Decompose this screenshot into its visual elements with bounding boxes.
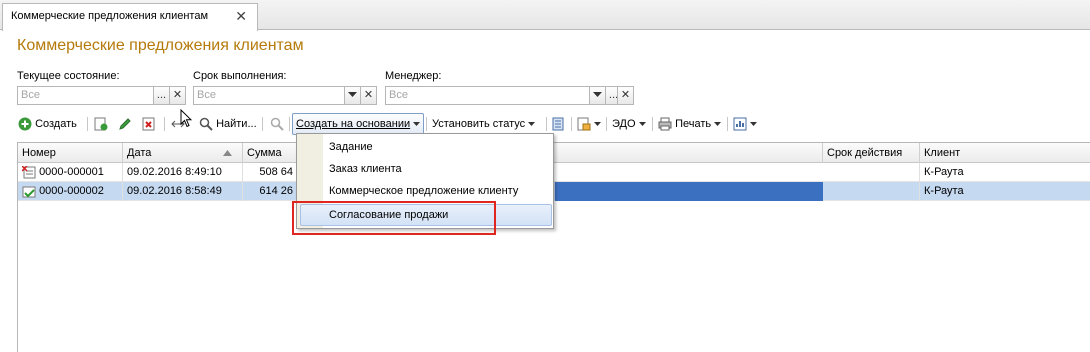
selected-cell [555, 182, 823, 201]
row-number: 0000-000001 [39, 166, 104, 178]
copy-icon [94, 117, 108, 131]
separator [606, 117, 607, 131]
manager-placeholder: Все [389, 89, 408, 101]
table-header: Номер Дата Сумма Срок действия Клиент [18, 143, 1090, 163]
separator [164, 117, 165, 131]
state-clear-button[interactable]: ✕ [169, 86, 186, 105]
separator [87, 117, 88, 131]
cell-date: 09.02.2016 8:58:49 [123, 182, 243, 201]
close-icon[interactable]: ✕ [235, 8, 247, 25]
cell-sum: 614 26 [243, 182, 298, 201]
column-number[interactable]: Номер [18, 143, 123, 163]
state-placeholder: Все [21, 89, 40, 101]
find-label: Найти... [216, 118, 257, 130]
search-off-icon [270, 117, 284, 131]
add-icon [18, 117, 32, 131]
copy-button[interactable] [94, 113, 108, 135]
table-row[interactable]: 0000-000002 09.02.2016 8:58:49 614 26 К-… [18, 182, 1090, 201]
edit-button[interactable] [118, 113, 132, 135]
manager-label: Менеджер: [385, 70, 442, 82]
deadline-field[interactable]: Все [193, 86, 345, 105]
deleted-document-icon [21, 165, 36, 179]
chevron-down-icon [750, 121, 758, 126]
create-based-on-button[interactable]: Создать на основании [292, 113, 425, 135]
set-status-label: Установить статус [432, 118, 526, 130]
cell-client: К-Раута [924, 185, 964, 197]
chevron-down-icon [638, 121, 646, 126]
document-icon [577, 117, 591, 131]
cell-number: 0000-000002 [18, 182, 123, 201]
separator [289, 117, 290, 131]
separator [727, 117, 728, 131]
deadline-label: Срок выполнения: [193, 70, 287, 82]
tab-commercial-offers[interactable]: Коммерческие предложения клиентам ✕ [2, 3, 258, 31]
menu-item-task[interactable]: Задание [324, 136, 553, 158]
chevron-down-icon [593, 92, 602, 97]
separator [426, 117, 427, 131]
page-title: Коммерческие предложения клиентам [17, 37, 304, 54]
chevron-down-icon [594, 121, 602, 126]
search-icon [199, 117, 213, 131]
deadline-placeholder: Все [197, 89, 216, 101]
set-status-button[interactable]: Установить статус [432, 113, 536, 135]
delete-icon [142, 117, 155, 131]
chevron-down-icon [528, 121, 536, 126]
cell-valid-until [823, 163, 920, 182]
find-button[interactable]: Найти... [199, 113, 257, 135]
list-icon [552, 117, 564, 131]
print-label: Печать [675, 118, 712, 130]
highlight-box [292, 201, 496, 235]
printer-icon [658, 117, 672, 131]
chevron-down-icon [413, 121, 421, 126]
separator [652, 117, 653, 131]
tab-bar: Коммерческие предложения клиентам ✕ [0, 0, 1090, 31]
state-select-button[interactable]: ... [153, 86, 170, 105]
create-based-on-label: Создать на основании [296, 118, 411, 130]
menu-item-commercial-offer[interactable]: Коммерческое предложение клиенту [324, 180, 553, 202]
manager-clear-button[interactable]: ✕ [617, 86, 634, 105]
tab-label: Коммерческие предложения клиентам [11, 10, 209, 22]
edo-button[interactable]: ЭДО [612, 113, 646, 135]
column-date[interactable]: Дата [123, 143, 243, 163]
mouse-cursor-icon [180, 109, 192, 128]
chevron-down-icon [348, 92, 357, 97]
chevron-down-icon [714, 121, 722, 126]
state-label: Текущее состояние: [17, 70, 120, 82]
state-field[interactable]: Все [17, 86, 154, 105]
delete-button[interactable] [142, 113, 156, 135]
menu-item-customer-order[interactable]: Заказ клиента [324, 158, 553, 180]
column-date-label: Дата [127, 147, 152, 159]
reports-button[interactable] [733, 113, 758, 135]
list-settings-button[interactable] [552, 113, 564, 135]
posted-document-icon [22, 186, 36, 198]
sort-up-icon [223, 150, 232, 156]
cell-sum: 508 64 [243, 163, 298, 182]
report-icon [733, 117, 747, 131]
print-button[interactable]: Печать [658, 113, 722, 135]
cell-valid-until [823, 182, 920, 201]
deadline-clear-button[interactable]: ✕ [360, 86, 377, 105]
column-valid-until[interactable]: Срок действия [823, 143, 920, 163]
create-label: Создать [35, 118, 77, 130]
toolbar: Создать Найти... Создать на основании Ус… [14, 113, 1084, 135]
cancel-search-button[interactable] [270, 113, 284, 135]
edo-label: ЭДО [612, 118, 636, 130]
cell-date: 09.02.2016 8:49:10 [123, 163, 243, 182]
deadline-dropdown-button[interactable] [344, 86, 361, 105]
cell-client: К-Раута [924, 166, 964, 178]
table-row[interactable]: 0000-000001 09.02.2016 8:49:10 508 64 К-… [18, 163, 1090, 182]
cell-number: 0000-000001 [18, 163, 123, 182]
separator [546, 117, 547, 131]
manager-field[interactable]: Все [385, 86, 590, 105]
column-client[interactable]: Клиент [920, 143, 1090, 163]
manager-dropdown-button[interactable] [589, 86, 606, 105]
separator [262, 117, 263, 131]
row-number: 0000-000002 [39, 185, 104, 197]
pencil-icon [119, 118, 131, 130]
separator [571, 117, 572, 131]
create-button[interactable]: Создать [18, 113, 77, 135]
attachments-button[interactable] [577, 113, 602, 135]
